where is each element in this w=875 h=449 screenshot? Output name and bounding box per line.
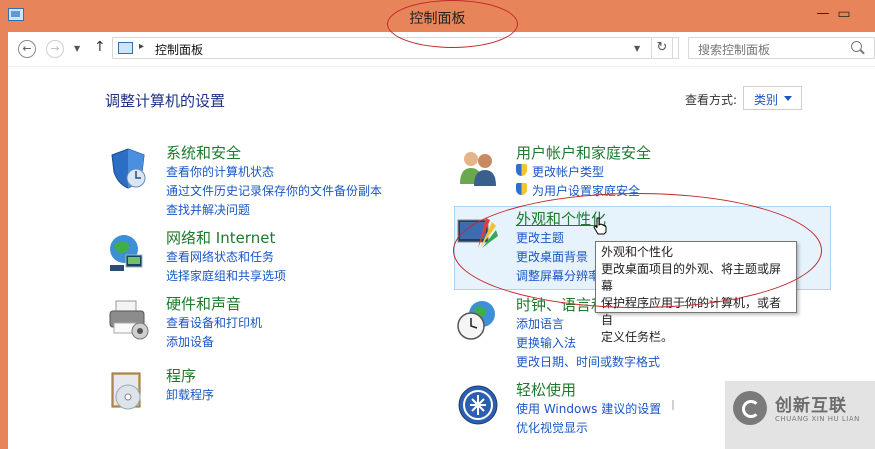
maximize-button[interactable]: ▭ [833, 6, 855, 22]
link-change-desktop-background[interactable]: 更改桌面背景 [516, 248, 588, 265]
watermark-logo-icon [733, 391, 767, 425]
address-field[interactable]: ▸ 控制面板 ▼ [112, 37, 679, 59]
link-network-status[interactable]: 查看网络状态和任务 [166, 248, 274, 265]
navigation-bar: ← → ▼ ↑ ▸ 控制面板 ▼ ↻ [8, 32, 875, 67]
printer-icon [109, 300, 149, 340]
link-uninstall-program[interactable]: 卸载程序 [166, 386, 214, 403]
tooltip-line-2: 保护程序应用于你的计算机，或者自 [601, 296, 782, 327]
breadcrumb-control-panel[interactable]: 控制面板 [155, 41, 203, 58]
programs-disc-icon [111, 372, 141, 410]
view-by-dropdown[interactable]: 类别 [743, 86, 802, 110]
recent-pages-chevron-icon[interactable]: ▼ [74, 44, 80, 53]
category-title-system-security[interactable]: 系统和安全 [166, 142, 241, 163]
link-troubleshoot[interactable]: 查找并解决问题 [166, 201, 250, 218]
category-title-user-accounts[interactable]: 用户帐户和家庭安全 [516, 142, 651, 163]
globe-network-icon [110, 235, 143, 271]
scroll-indicator [672, 400, 674, 410]
title-bar: 控制面板 — ▭ [0, 0, 875, 32]
view-by-value: 类别 [754, 93, 779, 107]
appearance-palette-icon [457, 218, 498, 248]
hand-cursor-icon [593, 217, 607, 235]
page-title: 调整计算机的设置 [105, 92, 226, 110]
tooltip-line-3: 定义任务栏。 [601, 330, 674, 344]
search-input[interactable] [688, 37, 875, 59]
address-dropdown-chevron-icon[interactable]: ▼ [634, 44, 640, 53]
link-file-history-backup[interactable]: 通过文件历史记录保存你的文件备份副本 [166, 182, 382, 199]
forward-arrow-icon[interactable]: → [46, 40, 64, 58]
tooltip-appearance: 外观和个性化 更改桌面项目的外观、将主题或屏幕 保护程序应用于你的计算机，或者自… [595, 241, 797, 344]
search-icon[interactable] [851, 41, 862, 52]
tooltip-title: 外观和个性化 [601, 245, 674, 259]
chevron-down-icon [784, 96, 792, 101]
tooltip-line-1: 更改桌面项目的外观、将主题或屏幕 [601, 262, 782, 293]
back-arrow-icon[interactable]: ← [18, 40, 36, 58]
link-devices-printers[interactable]: 查看设备和打印机 [166, 314, 262, 331]
category-title-hardware-sound[interactable]: 硬件和声音 [166, 293, 241, 314]
clock-globe-icon [457, 301, 495, 340]
link-change-input-method[interactable]: 更换输入法 [516, 334, 576, 351]
link-change-date-time-format[interactable]: 更改日期、时间或数字格式 [516, 353, 660, 370]
link-homegroup-sharing[interactable]: 选择家庭组和共享选项 [166, 267, 286, 284]
users-icon [460, 152, 496, 186]
refresh-icon[interactable]: ↻ [651, 37, 673, 59]
breadcrumb-separator-icon[interactable]: ▸ [139, 41, 144, 52]
link-family-safety[interactable]: 为用户设置家庭安全 [516, 182, 640, 199]
link-windows-recommended-settings[interactable]: 使用 Windows 建议的设置 [516, 400, 661, 417]
shield-icon [111, 148, 146, 189]
view-by-label: 查看方式: [685, 93, 738, 107]
watermark: 创新互联 CHUANG XIN HU LIAN [725, 381, 875, 449]
link-add-device[interactable]: 添加设备 [166, 333, 214, 350]
ease-of-access-icon [458, 385, 498, 425]
category-title-network-internet[interactable]: 网络和 Internet [166, 227, 275, 248]
link-view-computer-status[interactable]: 查看你的计算机状态 [166, 163, 274, 180]
control-panel-small-icon [118, 42, 133, 54]
category-title-programs[interactable]: 程序 [166, 365, 196, 386]
watermark-subtitle: CHUANG XIN HU LIAN [775, 415, 860, 423]
link-adjust-resolution[interactable]: 调整屏幕分辨率 [516, 267, 600, 284]
link-change-theme[interactable]: 更改主题 [516, 229, 564, 246]
watermark-brand: 创新互联 [775, 396, 847, 416]
category-title-ease-of-access[interactable]: 轻松使用 [516, 379, 576, 400]
window-title: 控制面板 [409, 11, 466, 27]
link-change-account-type[interactable]: 更改帐户类型 [516, 163, 604, 180]
link-add-language[interactable]: 添加语言 [516, 315, 564, 332]
link-optimize-visual-display[interactable]: 优化视觉显示 [516, 419, 588, 436]
minimize-button[interactable]: — [812, 6, 834, 21]
up-arrow-icon[interactable]: ↑ [94, 39, 106, 55]
